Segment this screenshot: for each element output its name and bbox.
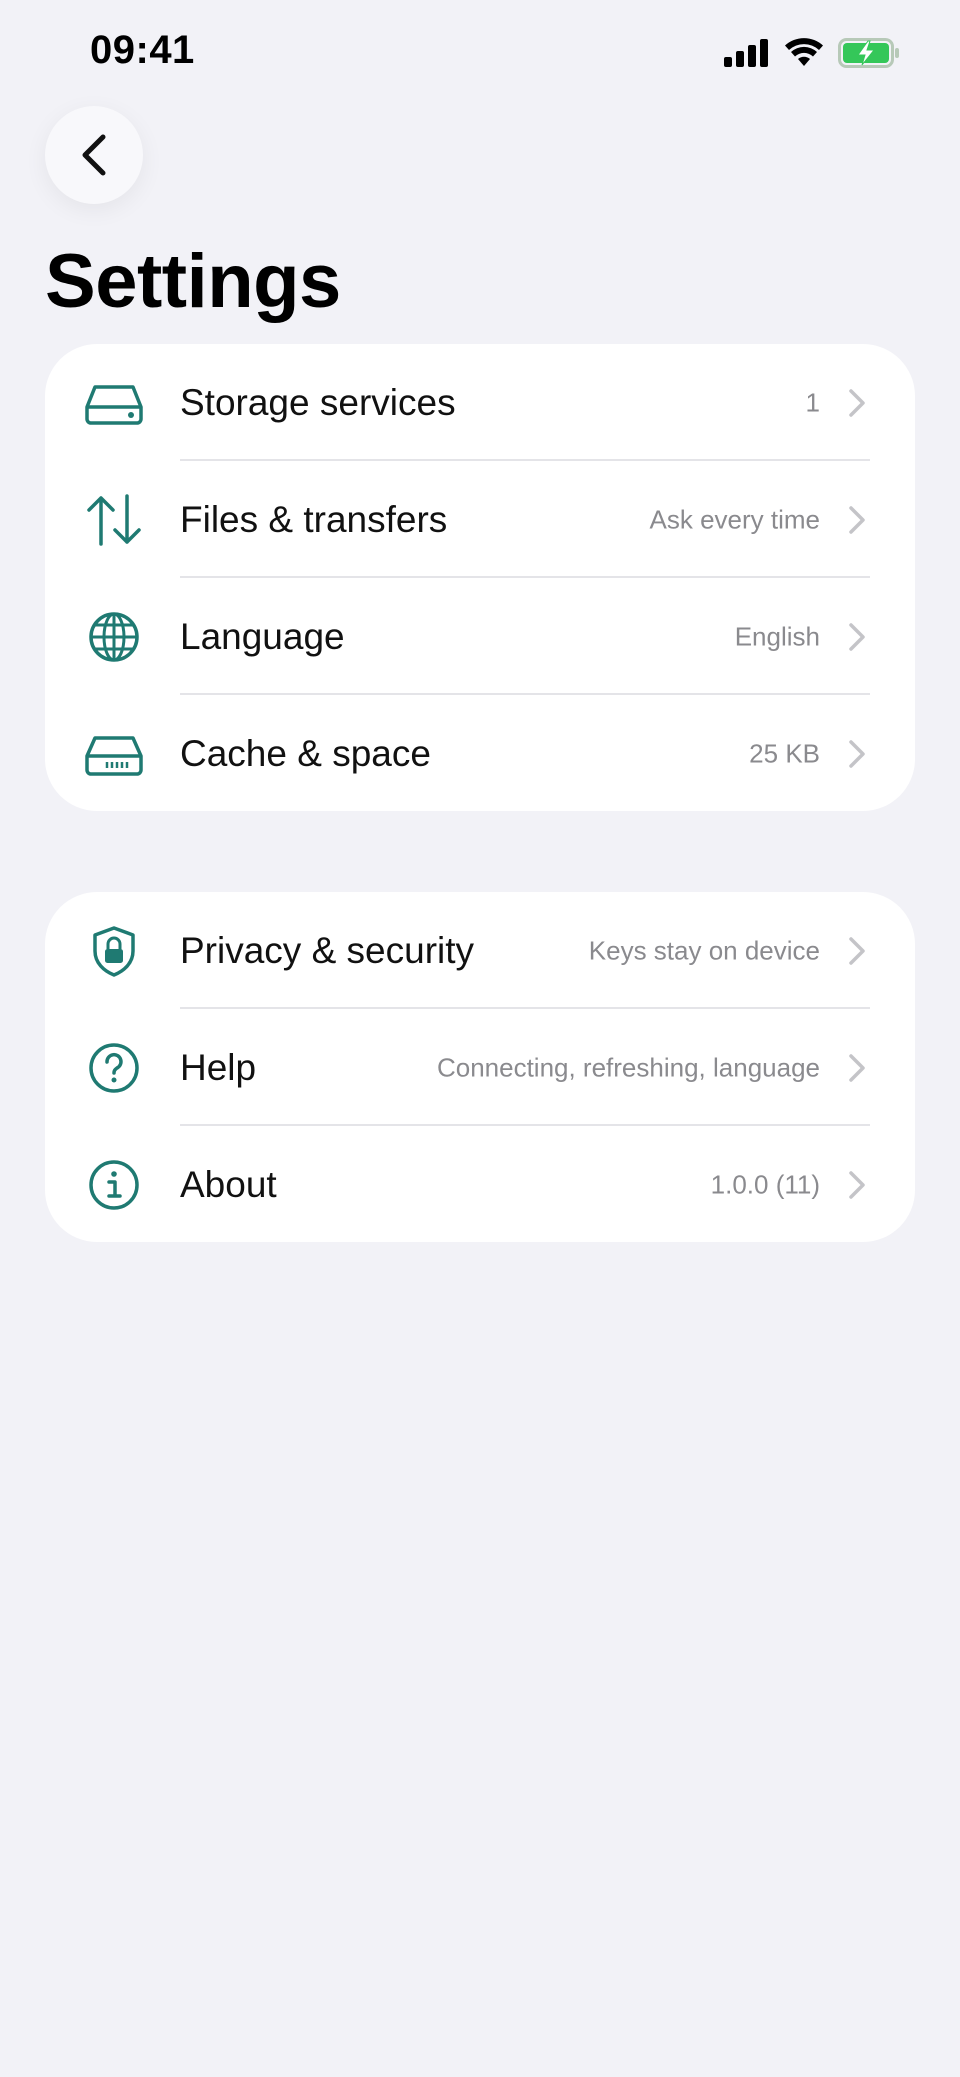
settings-row-help[interactable]: Help Connecting, refreshing, language <box>45 1009 915 1126</box>
settings-row-files-transfers[interactable]: Files & transfers Ask every time <box>45 461 915 578</box>
settings-row-cache-space[interactable]: Cache & space 25 KB <box>45 695 915 811</box>
chevron-right-icon <box>849 1170 865 1199</box>
chevron-right-icon <box>849 1053 865 1082</box>
settings-row-label: Cache & space <box>180 732 431 774</box>
settings-row-storage-services[interactable]: Storage services 1 <box>45 344 915 461</box>
battery-charging-icon <box>838 38 899 68</box>
settings-row-language[interactable]: Language English <box>45 578 915 695</box>
settings-group-general: Storage services 1 Files & transfers Ask… <box>45 344 915 811</box>
chevron-left-icon <box>82 134 106 176</box>
settings-row-label: Storage services <box>180 381 456 423</box>
chevron-right-icon <box>849 739 865 768</box>
drive-cache-icon <box>85 725 143 783</box>
settings-row-value: 25 KB <box>749 738 820 768</box>
hard-drive-icon <box>85 374 143 432</box>
info-circle-icon <box>85 1156 143 1214</box>
status-bar: 09:41 <box>0 0 960 110</box>
settings-row-label: Privacy & security <box>180 929 475 971</box>
settings-row-label: Files & transfers <box>180 498 448 540</box>
settings-row-label: Help <box>180 1046 257 1088</box>
settings-group-info: Privacy & security Keys stay on device H… <box>45 892 915 1242</box>
chevron-right-icon <box>849 388 865 417</box>
settings-row-value: Connecting, refreshing, language <box>436 1052 820 1082</box>
page-title: Settings <box>45 239 341 324</box>
chevron-right-icon <box>849 622 865 651</box>
status-icons <box>724 38 900 68</box>
settings-row-value: 1.0.0 (11) <box>710 1169 820 1199</box>
cellular-signal-icon <box>724 39 768 67</box>
status-time: 09:41 <box>90 28 195 72</box>
arrows-up-down-icon <box>85 491 143 549</box>
shield-lock-icon <box>85 922 143 980</box>
globe-icon <box>85 608 143 666</box>
settings-row-value: 1 <box>805 387 820 417</box>
chevron-right-icon <box>849 936 865 965</box>
settings-row-label: Language <box>180 615 345 657</box>
settings-row-value: English <box>734 621 820 651</box>
settings-row-privacy-security[interactable]: Privacy & security Keys stay on device <box>45 892 915 1009</box>
settings-row-label: About <box>180 1163 277 1205</box>
settings-row-about[interactable]: About 1.0.0 (11) <box>45 1126 915 1242</box>
wifi-icon <box>785 38 823 66</box>
back-button[interactable] <box>45 106 143 204</box>
settings-row-value: Keys stay on device <box>588 935 820 965</box>
question-circle-icon <box>85 1039 143 1097</box>
settings-row-value: Ask every time <box>649 504 821 534</box>
chevron-right-icon <box>849 505 865 534</box>
